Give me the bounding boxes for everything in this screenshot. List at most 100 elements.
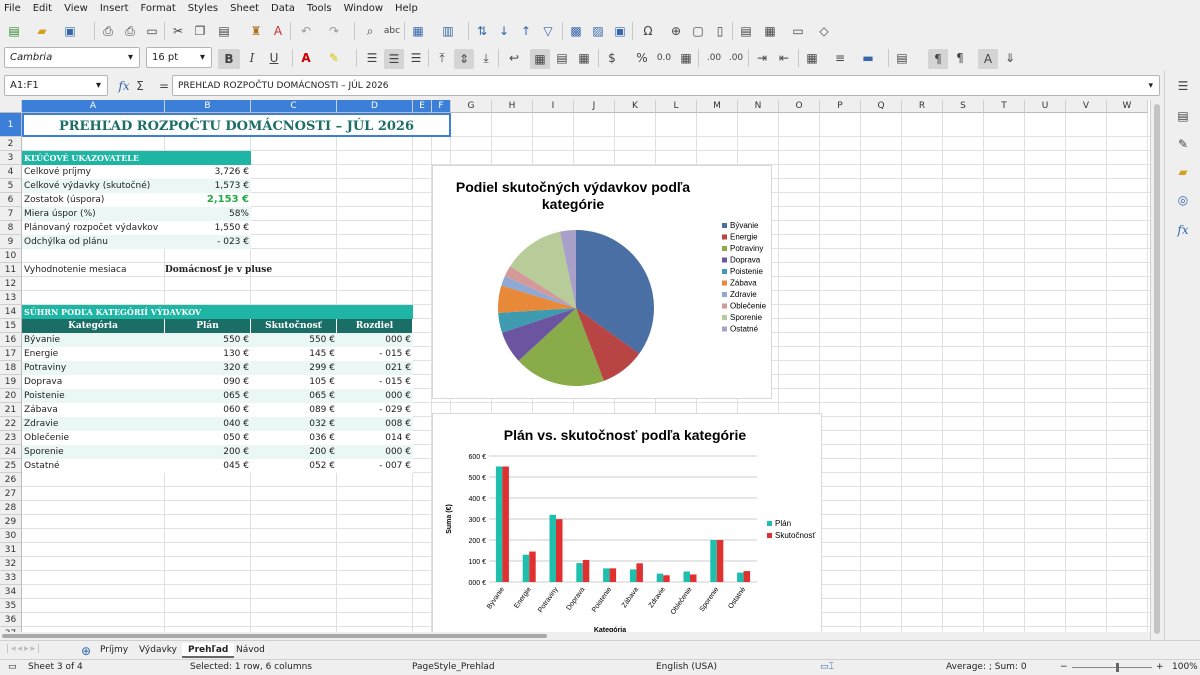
- gallery-icon[interactable]: ▰: [1175, 164, 1191, 180]
- eval-value[interactable]: Domácnosť je v pluse: [165, 263, 365, 277]
- autofilter-icon[interactable]: ▽: [540, 23, 556, 39]
- summary-plan-0[interactable]: 550 €: [165, 333, 251, 347]
- kpi-header[interactable]: KĽÚČOVÉ UKAZOVATELE: [22, 151, 251, 165]
- summary-col-0[interactable]: Kategória: [22, 319, 165, 333]
- border-style-icon[interactable]: ≡: [832, 50, 848, 66]
- summary-col-2[interactable]: Skutočnosť: [251, 319, 337, 333]
- corner-select-all[interactable]: [0, 100, 22, 113]
- bar-0-7[interactable]: [683, 571, 691, 583]
- summary-plan-1[interactable]: 130 €: [165, 347, 251, 361]
- summary-cat-3[interactable]: Doprava: [22, 375, 165, 389]
- summary-col-3[interactable]: Rozdiel: [337, 319, 413, 333]
- row-header-1[interactable]: 1: [0, 113, 22, 137]
- row-header-23[interactable]: 23: [0, 431, 22, 445]
- highlight-color-icon[interactable]: ✎: [326, 50, 342, 66]
- vertical-scrollbar-thumb[interactable]: [1154, 104, 1160, 634]
- bar-1-1[interactable]: [529, 551, 536, 582]
- horizontal-scrollbar-thumb[interactable]: [2, 634, 547, 638]
- center-vertically-icon[interactable]: ⇕: [454, 49, 474, 69]
- row-header-11[interactable]: 11: [0, 263, 22, 277]
- font-name-input[interactable]: Cambria ▾: [4, 47, 140, 68]
- column-header-t[interactable]: T: [984, 100, 1025, 113]
- kpi-label-5[interactable]: Odchýlka od plánu: [22, 235, 165, 249]
- row-header-29[interactable]: 29: [0, 515, 22, 529]
- row-header-21[interactable]: 21: [0, 403, 22, 417]
- summary-actual-2[interactable]: 299 €: [251, 361, 337, 375]
- right-to-left-icon[interactable]: ¶: [952, 50, 968, 66]
- tab-navigation[interactable]: |◂◂▸▸|: [6, 644, 72, 657]
- formula-button[interactable]: =: [156, 78, 172, 94]
- summary-cat-7[interactable]: Oblečenie: [22, 431, 165, 445]
- column-header-b[interactable]: B: [165, 100, 251, 113]
- summary-actual-7[interactable]: 036 €: [251, 431, 337, 445]
- menu-item-6[interactable]: Sheet: [230, 3, 259, 14]
- summary-actual-4[interactable]: 065 €: [251, 389, 337, 403]
- hyperlink-icon[interactable]: ⊕: [668, 23, 684, 39]
- chevron-down-icon[interactable]: ▾: [1148, 81, 1153, 91]
- borders-icon[interactable]: ▦: [804, 50, 820, 66]
- row-header-15[interactable]: 15: [0, 319, 22, 333]
- vertical-scrollbar[interactable]: [1150, 100, 1164, 640]
- row-header-26[interactable]: 26: [0, 473, 22, 487]
- chevron-down-icon[interactable]: ▾: [128, 52, 133, 63]
- row-header-22[interactable]: 22: [0, 417, 22, 431]
- column-header-c[interactable]: C: [251, 100, 337, 113]
- merge-cells-icon[interactable]: ▤: [554, 50, 570, 66]
- summary-cat-5[interactable]: Zábava: [22, 403, 165, 417]
- row-header-14[interactable]: 14: [0, 305, 22, 319]
- menu-item-5[interactable]: Styles: [188, 3, 218, 14]
- row-header-8[interactable]: 8: [0, 221, 22, 235]
- summary-diff-6[interactable]: 008 €: [337, 417, 413, 431]
- row-header-31[interactable]: 31: [0, 543, 22, 557]
- bold-button[interactable]: B: [218, 49, 240, 69]
- summary-diff-3[interactable]: - 015 €: [337, 375, 413, 389]
- border-color-icon[interactable]: ▬: [860, 50, 876, 66]
- horizontal-scrollbar[interactable]: [0, 632, 1150, 640]
- bar-0-5[interactable]: [629, 569, 637, 582]
- zoom-out-icon[interactable]: −: [1060, 662, 1068, 672]
- styles-icon[interactable]: ✎: [1175, 136, 1191, 152]
- bar-0-2[interactable]: [549, 514, 557, 582]
- paste-icon[interactable]: ▤: [216, 23, 232, 39]
- pivot-table-icon[interactable]: ▣: [612, 23, 628, 39]
- summary-plan-7[interactable]: 050 €: [165, 431, 251, 445]
- bar-1-8[interactable]: [716, 540, 724, 582]
- chart-icon[interactable]: ▨: [590, 23, 606, 39]
- formula-input[interactable]: PREHĽAD ROZPOČTU DOMÁCNOSTI – JÚL 2026 ▾: [172, 75, 1160, 96]
- row-header-28[interactable]: 28: [0, 501, 22, 515]
- column-header-v[interactable]: V: [1066, 100, 1107, 113]
- save-icon[interactable]: ▣: [62, 23, 78, 39]
- title-cell[interactable]: PREHĽAD ROZPOČTU DOMÁCNOSTI – JÚL 2026: [22, 113, 451, 137]
- column-header-n[interactable]: N: [738, 100, 779, 113]
- row-header-34[interactable]: 34: [0, 585, 22, 599]
- kpi-value-2[interactable]: 2,153 €: [165, 193, 251, 207]
- column-header-g[interactable]: G: [451, 100, 492, 113]
- summary-cat-4[interactable]: Poistenie: [22, 389, 165, 403]
- summary-plan-9[interactable]: 045 €: [165, 459, 251, 473]
- special-character-icon[interactable]: Ω: [640, 23, 656, 39]
- comment-icon[interactable]: ▢: [690, 23, 706, 39]
- show-draw-functions-icon[interactable]: ◇: [816, 23, 832, 39]
- row-header-12[interactable]: 12: [0, 277, 22, 291]
- summary-cat-1[interactable]: Energie: [22, 347, 165, 361]
- align-right-icon[interactable]: ☰: [408, 50, 424, 66]
- undo-icon[interactable]: ↶: [298, 23, 314, 39]
- font-size-input[interactable]: 16 pt ▾: [146, 47, 212, 68]
- split-window-icon[interactable]: ▭: [790, 23, 806, 39]
- kpi-value-1[interactable]: 1,573 €: [165, 179, 251, 193]
- row-header-4[interactable]: 4: [0, 165, 22, 179]
- row-header-17[interactable]: 17: [0, 347, 22, 361]
- print-preview-icon[interactable]: ▭: [144, 23, 160, 39]
- eval-label[interactable]: Vyhodnotenie mesiaca: [22, 263, 165, 277]
- wrap-text-icon[interactable]: ↩: [506, 50, 522, 66]
- bar-0-0[interactable]: [495, 466, 503, 583]
- image-icon[interactable]: ▩: [568, 23, 584, 39]
- bar-0-9[interactable]: [737, 572, 744, 582]
- percent-format-button[interactable]: %: [634, 50, 650, 66]
- sheet-tab-2[interactable]: Prehľad: [182, 643, 235, 658]
- zoom-in-icon[interactable]: +: [1156, 662, 1164, 672]
- sort-descending-icon[interactable]: ↑: [518, 23, 534, 39]
- column-header-q[interactable]: Q: [861, 100, 902, 113]
- column-header-m[interactable]: M: [697, 100, 738, 113]
- summary-plan-3[interactable]: 090 €: [165, 375, 251, 389]
